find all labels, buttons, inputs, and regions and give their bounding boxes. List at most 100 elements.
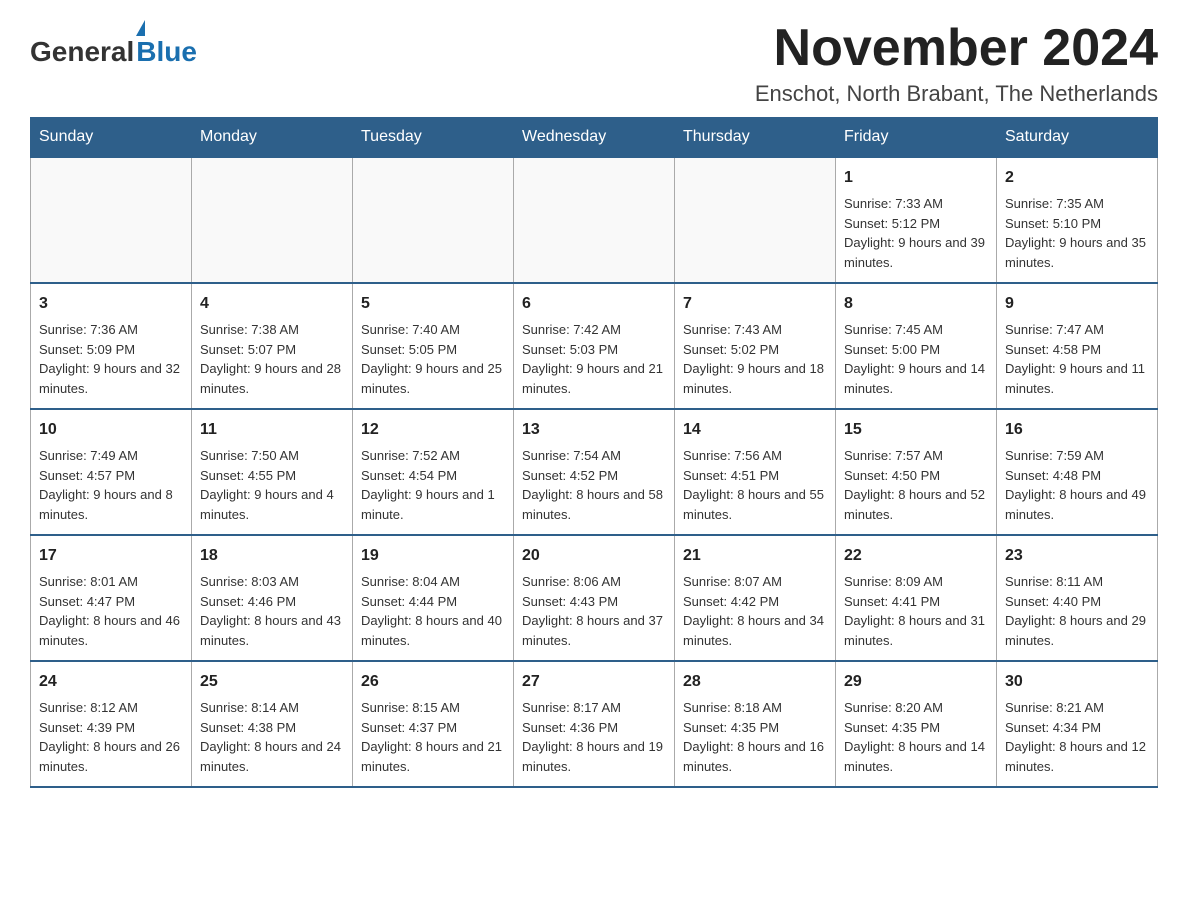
day-info: Daylight: 8 hours and 31 minutes. — [844, 611, 988, 650]
day-info: Daylight: 8 hours and 26 minutes. — [39, 737, 183, 776]
day-info: Sunrise: 8:18 AM — [683, 698, 827, 718]
calendar-cell: 14 Sunrise: 7:56 AMSunset: 4:51 PMDayligh… — [675, 409, 836, 535]
calendar-cell: 17Sunrise: 8:01 AMSunset: 4:47 PMDayligh… — [31, 535, 192, 661]
day-info: Sunrise: 7:43 AM — [683, 320, 827, 340]
day-info: Sunrise: 7:45 AM — [844, 320, 988, 340]
day-number: 30 — [1005, 670, 1149, 694]
day-info: Daylight: 8 hours and 34 minutes. — [683, 611, 827, 650]
day-info: Daylight: 8 hours and 37 minutes. — [522, 611, 666, 650]
calendar-cell — [514, 157, 675, 283]
calendar-cell: 7Sunrise: 7:43 AMSunset: 5:02 PMDaylight… — [675, 283, 836, 409]
day-info: Sunset: 4:51 PM — [683, 466, 827, 486]
calendar-cell: 21Sunrise: 8:07 AMSunset: 4:42 PMDayligh… — [675, 535, 836, 661]
day-info: Sunset: 4:39 PM — [39, 718, 183, 738]
calendar-header-wednesday: Wednesday — [514, 118, 675, 158]
day-info: Daylight: 9 hours and 18 minutes. — [683, 359, 827, 398]
calendar-cell — [675, 157, 836, 283]
day-info: Sunset: 4:37 PM — [361, 718, 505, 738]
day-info: Sunrise: 7:52 AM — [361, 446, 505, 466]
day-info: Daylight: 8 hours and 16 minutes. — [683, 737, 827, 776]
calendar-cell: 12 Sunrise: 7:52 AMSunset: 4:54 PMDayligh… — [353, 409, 514, 535]
day-info: Sunset: 4:35 PM — [683, 718, 827, 738]
calendar-cell: 2Sunrise: 7:35 AMSunset: 5:10 PMDaylight… — [997, 157, 1158, 283]
day-number: 9 — [1005, 292, 1149, 316]
day-number: 21 — [683, 544, 827, 568]
calendar-cell: 8Sunrise: 7:45 AMSunset: 5:00 PMDaylight… — [836, 283, 997, 409]
day-info: Sunrise: 7:59 AM — [1005, 446, 1149, 466]
day-info: Daylight: 8 hours and 19 minutes. — [522, 737, 666, 776]
day-info: Sunrise: 8:11 AM — [1005, 572, 1149, 592]
day-info: Sunset: 4:41 PM — [844, 592, 988, 612]
day-number: 14 — [683, 418, 827, 442]
calendar-header-monday: Monday — [192, 118, 353, 158]
calendar-header-thursday: Thursday — [675, 118, 836, 158]
day-number: 16 — [1005, 418, 1149, 442]
day-number: 11 — [200, 418, 344, 442]
day-info: Daylight: 8 hours and 58 minutes. — [522, 485, 666, 524]
day-info: Daylight: 8 hours and 55 minutes. — [683, 485, 827, 524]
calendar-cell: 13Sunrise: 7:54 AMSunset: 4:52 PMDayligh… — [514, 409, 675, 535]
day-info: Sunset: 4:34 PM — [1005, 718, 1149, 738]
day-number: 3 — [39, 292, 183, 316]
day-info: Daylight: 9 hours and 8 minutes. — [39, 485, 183, 524]
day-number: 26 — [361, 670, 505, 694]
day-info: Sunset: 4:35 PM — [844, 718, 988, 738]
day-info: Sunrise: 8:12 AM — [39, 698, 183, 718]
calendar-cell: 30Sunrise: 8:21 AMSunset: 4:34 PMDayligh… — [997, 661, 1158, 787]
day-info: Daylight: 9 hours and 21 minutes. — [522, 359, 666, 398]
calendar-cell — [353, 157, 514, 283]
day-info: Sunrise: 7:40 AM — [361, 320, 505, 340]
calendar-cell: 28 Sunrise: 8:18 AMSunset: 4:35 PMDayligh… — [675, 661, 836, 787]
calendar-header-friday: Friday — [836, 118, 997, 158]
location-subtitle: Enschot, North Brabant, The Netherlands — [755, 81, 1158, 107]
day-number: 8 — [844, 292, 988, 316]
logo: General Blue — [30, 20, 197, 68]
calendar-week-row: 10Sunrise: 7:49 AMSunset: 4:57 PMDayligh… — [31, 409, 1158, 535]
day-info: Sunrise: 7:38 AM — [200, 320, 344, 340]
day-number: 4 — [200, 292, 344, 316]
calendar-cell: 3Sunrise: 7:36 AMSunset: 5:09 PMDaylight… — [31, 283, 192, 409]
day-info: Daylight: 9 hours and 32 minutes. — [39, 359, 183, 398]
day-number: 15 — [844, 418, 988, 442]
calendar-cell — [31, 157, 192, 283]
day-number: 23 — [1005, 544, 1149, 568]
day-info: Sunrise: 7:54 AM — [522, 446, 666, 466]
day-number: 29 — [844, 670, 988, 694]
calendar-table: SundayMondayTuesdayWednesdayThursdayFrid… — [30, 117, 1158, 788]
day-info: Daylight: 8 hours and 49 minutes. — [1005, 485, 1149, 524]
calendar-week-row: 1Sunrise: 7:33 AMSunset: 5:12 PMDaylight… — [31, 157, 1158, 283]
day-info: Sunset: 4:46 PM — [200, 592, 344, 612]
calendar-cell: 4Sunrise: 7:38 AMSunset: 5:07 PMDaylight… — [192, 283, 353, 409]
calendar-cell: 26Sunrise: 8:15 AMSunset: 4:37 PMDayligh… — [353, 661, 514, 787]
calendar-cell: 25Sunrise: 8:14 AMSunset: 4:38 PMDayligh… — [192, 661, 353, 787]
day-info: Daylight: 8 hours and 46 minutes. — [39, 611, 183, 650]
day-info: Daylight: 8 hours and 43 minutes. — [200, 611, 344, 650]
calendar-week-row: 17Sunrise: 8:01 AMSunset: 4:47 PMDayligh… — [31, 535, 1158, 661]
day-number: 28 — [683, 670, 827, 694]
day-info: Sunset: 4:54 PM — [361, 466, 505, 486]
day-number: 19 — [361, 544, 505, 568]
day-number: 10 — [39, 418, 183, 442]
day-info: Sunrise: 8:04 AM — [361, 572, 505, 592]
day-info: Sunset: 5:05 PM — [361, 340, 505, 360]
calendar-cell: 23Sunrise: 8:11 AMSunset: 4:40 PMDayligh… — [997, 535, 1158, 661]
day-info: Daylight: 9 hours and 1 minute. — [361, 485, 505, 524]
month-year-title: November 2024 — [755, 20, 1158, 77]
day-info: Daylight: 8 hours and 24 minutes. — [200, 737, 344, 776]
day-info: Sunrise: 7:56 AM — [683, 446, 827, 466]
day-info: Sunrise: 8:14 AM — [200, 698, 344, 718]
day-info: Daylight: 8 hours and 40 minutes. — [361, 611, 505, 650]
calendar-header-sunday: Sunday — [31, 118, 192, 158]
day-info: Sunset: 4:44 PM — [361, 592, 505, 612]
day-info: Sunrise: 8:20 AM — [844, 698, 988, 718]
day-info: Sunrise: 8:21 AM — [1005, 698, 1149, 718]
day-number: 24 — [39, 670, 183, 694]
calendar-cell: 18Sunrise: 8:03 AMSunset: 4:46 PMDayligh… — [192, 535, 353, 661]
calendar-header-tuesday: Tuesday — [353, 118, 514, 158]
day-number: 2 — [1005, 166, 1149, 190]
calendar-cell: 20Sunrise: 8:06 AMSunset: 4:43 PMDayligh… — [514, 535, 675, 661]
day-number: 27 — [522, 670, 666, 694]
day-number: 13 — [522, 418, 666, 442]
day-number: 12 — [361, 418, 505, 442]
day-info: Daylight: 9 hours and 25 minutes. — [361, 359, 505, 398]
